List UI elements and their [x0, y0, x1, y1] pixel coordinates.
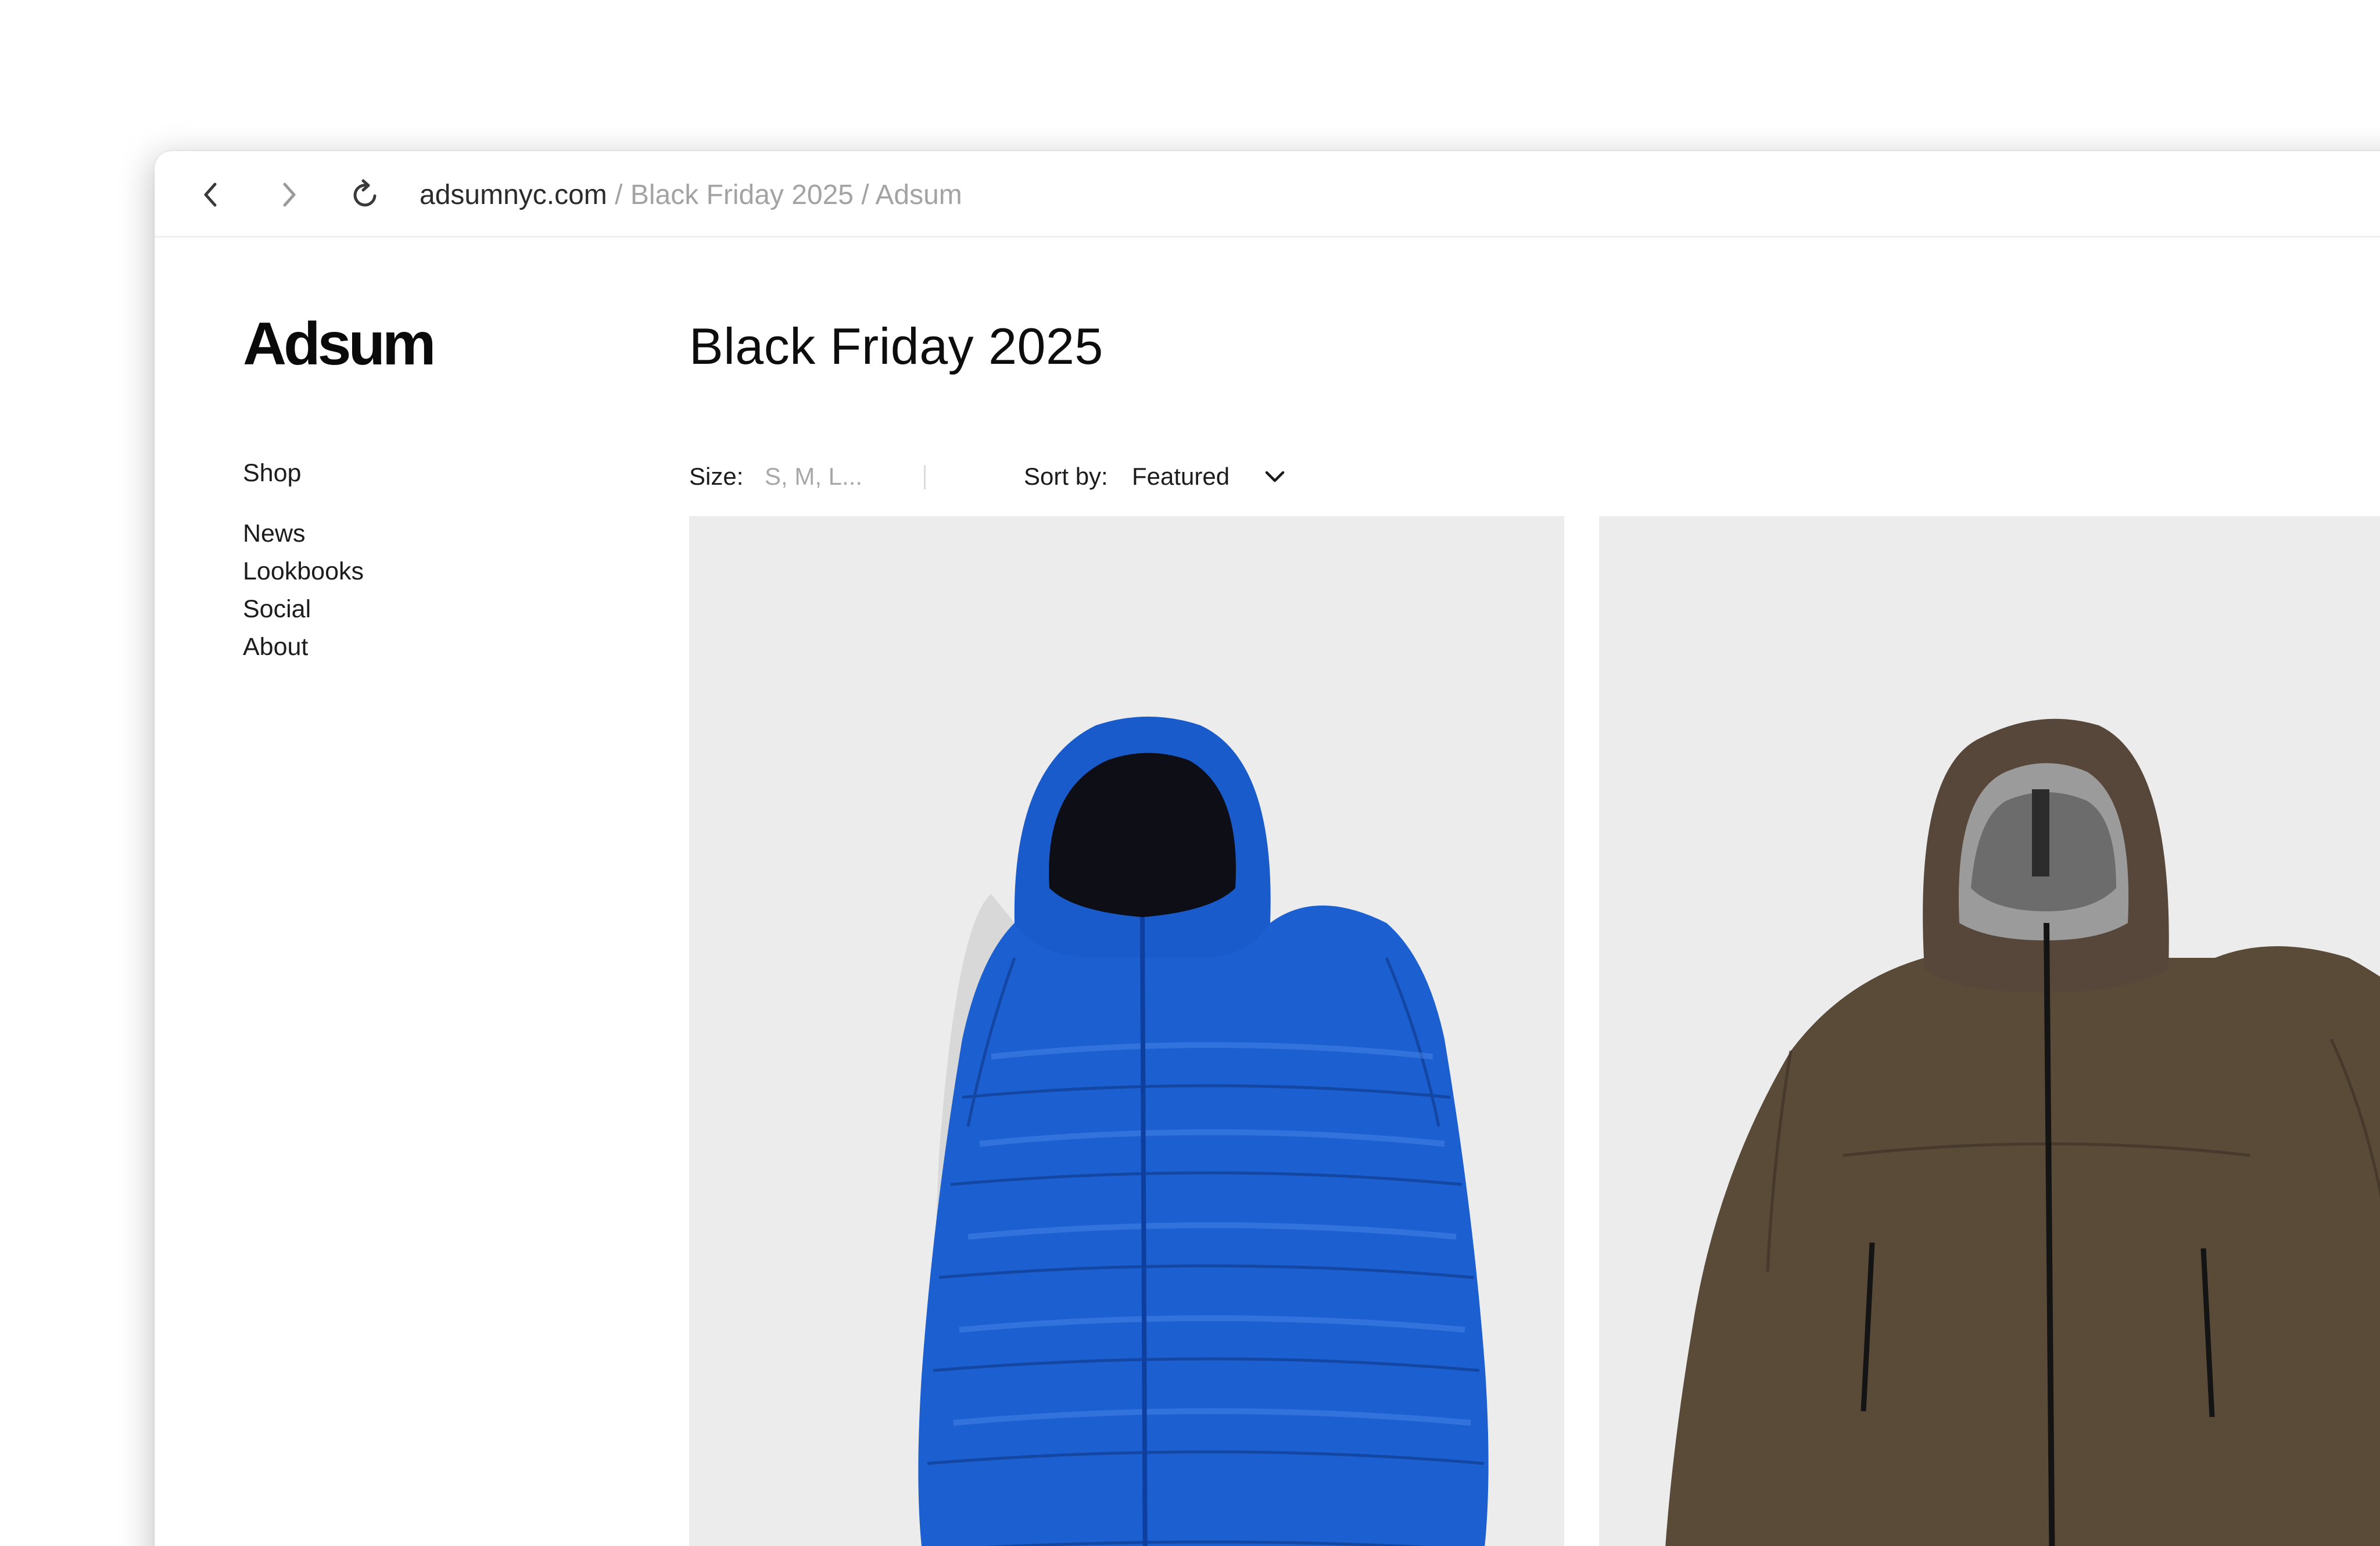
back-button[interactable] — [191, 174, 231, 215]
sort-dropdown[interactable]: Featured — [1132, 459, 1286, 494]
address-separator: / — [615, 180, 623, 210]
address-domain: adsumnyc.com — [420, 180, 607, 210]
chevron-left-icon — [204, 182, 217, 207]
address-bar[interactable]: adsumnyc.com / Black Friday 2025 / Adsum — [420, 179, 962, 212]
forward-button[interactable] — [268, 174, 309, 215]
sidebar-item-lookbooks[interactable]: Lookbooks — [243, 556, 364, 586]
reload-button[interactable] — [345, 174, 386, 215]
address-segment: Black Friday 2025 — [630, 180, 854, 210]
sidebar-item-shop[interactable]: Shop — [243, 458, 301, 488]
sidebar-item-social[interactable]: Social — [243, 594, 311, 624]
sidebar-item-about[interactable]: About — [243, 632, 308, 662]
address-separator: / — [861, 180, 869, 210]
page-title: Black Friday 2025 — [689, 317, 1103, 375]
sort-value: Featured — [1132, 463, 1230, 490]
size-label: Size: — [689, 463, 744, 490]
chevron-right-icon — [283, 182, 296, 207]
sort-label: Sort by: — [1024, 463, 1108, 490]
browser-toolbar: adsumnyc.com / Black Friday 2025 / Adsum — [155, 151, 2380, 238]
reload-icon — [353, 179, 377, 207]
filter-bar: Size: Sort by: Featured — [689, 459, 1503, 494]
sidebar-item-news[interactable]: News — [243, 518, 306, 549]
chevron-down-icon — [1263, 465, 1286, 488]
size-input[interactable] — [765, 459, 956, 494]
product-image-puffer — [918, 717, 1489, 1546]
filter-divider — [924, 465, 926, 489]
product-image-shell-jacket — [1665, 718, 2380, 1546]
screen: adsumnyc.com / Black Friday 2025 / Adsum… — [0, 0, 2380, 1546]
address-segment: Adsum — [875, 180, 962, 210]
browser-window: adsumnyc.com / Black Friday 2025 / Adsum… — [155, 151, 2380, 1546]
product-card[interactable] — [1599, 516, 2380, 1546]
brand-logo[interactable]: Adsum — [243, 314, 436, 374]
product-card[interactable] — [689, 516, 1564, 1546]
